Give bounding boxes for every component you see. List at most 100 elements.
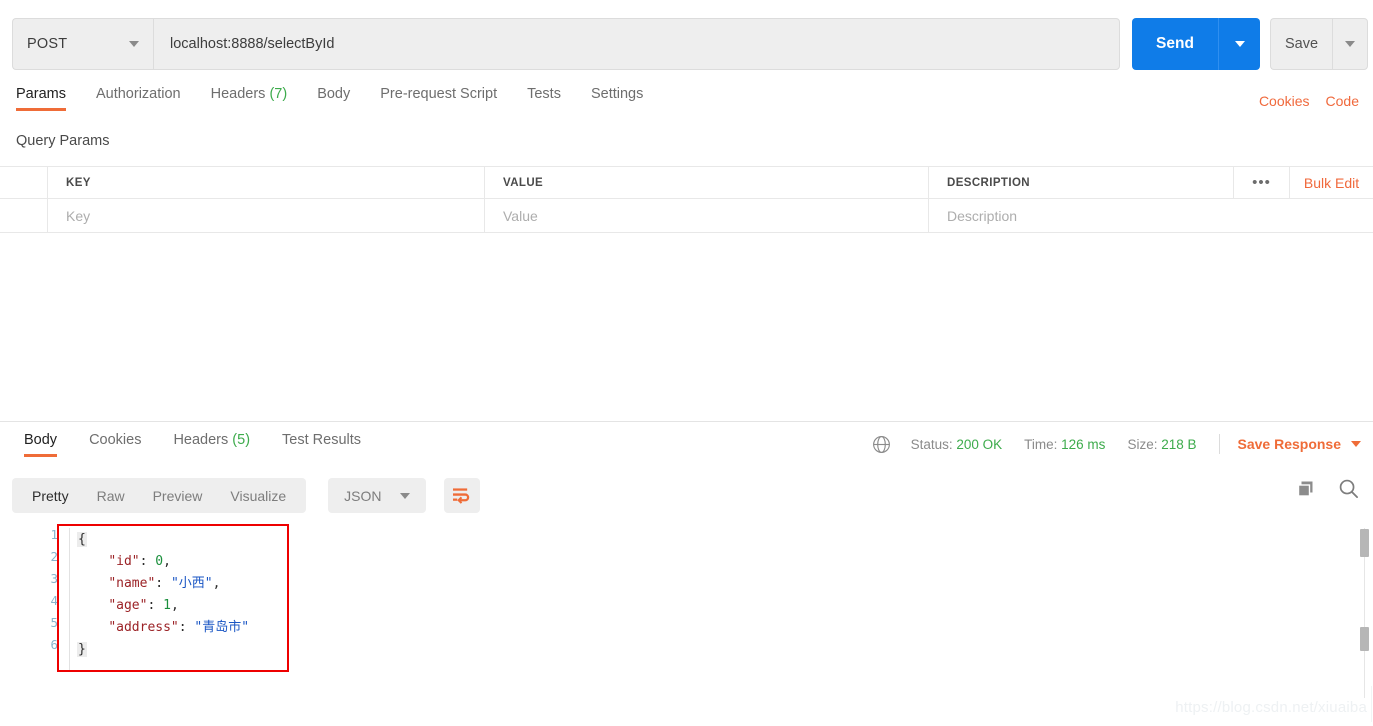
response-body-viewer: 1 2 3 4 5 6 { "id": 0, "name": "小西", "ag… [0, 524, 1373, 694]
json-value: 1 [163, 598, 171, 613]
response-format-label: JSON [344, 487, 382, 504]
save-options-button[interactable] [1332, 18, 1368, 70]
json-value: 0 [155, 554, 164, 569]
tab-label: Authorization [95, 86, 181, 102]
response-tab-body[interactable]: Body [24, 432, 58, 457]
chevron-down-icon [1351, 441, 1361, 447]
tab-label: Headers [210, 86, 266, 102]
json-separator: : [178, 620, 195, 635]
status-label: Status: [910, 436, 953, 452]
json-key: "name" [108, 576, 156, 591]
tab-label: Pre-request Script [380, 86, 498, 102]
value-input[interactable]: Value [485, 199, 929, 232]
response-tab-test-results[interactable]: Test Results [282, 432, 361, 457]
request-url-value: localhost:8888/selectById [170, 36, 335, 52]
json-comma: , [212, 576, 221, 591]
request-url-input[interactable]: localhost:8888/selectById [153, 18, 1120, 70]
chevron-down-icon [1345, 41, 1355, 47]
save-response-label: Save Response [1237, 436, 1342, 452]
response-format-select[interactable]: JSON [328, 478, 426, 513]
divider [1218, 434, 1220, 454]
wrap-text-button[interactable] [443, 478, 480, 513]
chevron-down-icon [129, 41, 139, 47]
line-number: 1 [50, 527, 58, 542]
table-header-row: KEY VALUE DESCRIPTION ••• Bulk Edit [0, 166, 1373, 199]
view-mode-visualize[interactable]: Visualize [216, 488, 300, 504]
view-mode-pretty[interactable]: Pretty [18, 488, 83, 504]
json-code[interactable]: { "id": 0, "name": "小西", "age": 1, "addr… [77, 529, 249, 661]
line-number: 3 [50, 571, 58, 586]
send-button[interactable]: Send [1132, 18, 1218, 70]
json-line: "id": 0, [77, 554, 171, 569]
tab-label: Headers [173, 432, 229, 448]
save-response-button[interactable]: Save Response [1237, 436, 1361, 452]
more-options-icon[interactable]: ••• [1233, 167, 1289, 198]
save-button[interactable]: Save [1270, 18, 1332, 70]
scrollbar-thumb-bottom[interactable] [1360, 627, 1369, 651]
http-method-select[interactable]: POST [12, 18, 153, 70]
view-mode-preview[interactable]: Preview [139, 488, 217, 504]
view-mode-raw[interactable]: Raw [83, 488, 139, 504]
request-utility-links: Cookies Code [1259, 93, 1359, 109]
query-params-title: Query Params [16, 133, 110, 149]
wrap-text-icon [453, 488, 470, 504]
time-label: Time: [1024, 436, 1058, 452]
watermark: https://blog.csdn.net/xiuaiba [1175, 699, 1367, 716]
tab-authorization[interactable]: Authorization [96, 86, 199, 111]
time-metric: Time: 126 ms [1024, 437, 1105, 452]
response-tab-headers[interactable]: Headers (5) [173, 432, 250, 457]
row-checkbox-cell[interactable] [0, 199, 48, 232]
tab-label: Tests [527, 86, 561, 102]
line-number: 4 [50, 593, 58, 608]
size-value: 218 B [1161, 436, 1197, 452]
bulk-edit-button[interactable]: Bulk Edit [1289, 167, 1373, 198]
select-all-cell[interactable] [0, 167, 48, 198]
tab-headers[interactable]: Headers (7) [211, 86, 306, 111]
cookies-link[interactable]: Cookies [1259, 93, 1310, 109]
tab-badge: (5) [232, 432, 251, 448]
search-icon[interactable] [1338, 478, 1359, 504]
globe-icon [872, 435, 891, 454]
http-method-label: POST [27, 36, 68, 52]
line-number: 5 [50, 615, 58, 630]
description-placeholder: Description [947, 207, 1018, 224]
chevron-down-icon [1234, 41, 1245, 47]
json-comma: , [163, 554, 171, 569]
response-divider [0, 421, 1373, 422]
line-number-gutter: 1 2 3 4 5 6 [36, 524, 58, 656]
scrollbar-thumb-top[interactable] [1360, 529, 1369, 557]
json-key: "id" [108, 554, 140, 569]
tab-label: Params [16, 86, 66, 102]
table-tools: ••• Bulk Edit [1233, 167, 1373, 198]
query-params-table: KEY VALUE DESCRIPTION ••• Bulk Edit Key … [0, 166, 1373, 233]
response-tabs: Body Cookies Headers (5) Test Results [8, 432, 377, 457]
json-separator: : [139, 554, 156, 569]
tab-params[interactable]: Params [16, 86, 84, 111]
send-options-button[interactable] [1218, 18, 1260, 70]
column-header-value: VALUE [485, 167, 929, 198]
code-fold-rail [69, 528, 70, 670]
table-row: Key Value Description [0, 199, 1373, 233]
column-header-label: VALUE [503, 176, 544, 189]
tab-pre-request-script[interactable]: Pre-request Script [380, 86, 515, 111]
json-line: "address": "青岛市" [77, 620, 249, 635]
description-input[interactable]: Description [929, 199, 1373, 232]
tab-body[interactable]: Body [317, 86, 368, 111]
size-metric: Size: 218 B [1127, 437, 1196, 452]
response-tab-cookies[interactable]: Cookies [89, 432, 141, 457]
time-value: 126 ms [1061, 436, 1106, 452]
status-metric: Status: 200 OK [911, 437, 1003, 452]
code-link[interactable]: Code [1326, 93, 1359, 109]
column-header-label: DESCRIPTION [947, 176, 1030, 189]
line-number: 6 [50, 637, 58, 652]
tab-label: Body [317, 86, 351, 102]
key-input[interactable]: Key [48, 199, 485, 232]
response-meta: Status: 200 OK Time: 126 ms Size: 218 B … [872, 434, 1361, 454]
json-value: "青岛市" [194, 620, 250, 635]
tab-settings[interactable]: Settings [591, 86, 661, 111]
request-bar: POST localhost:8888/selectById Send Save [12, 18, 1373, 70]
json-separator: : [147, 598, 164, 613]
copy-icon[interactable] [1296, 479, 1316, 504]
tab-tests[interactable]: Tests [527, 86, 579, 111]
key-placeholder: Key [66, 207, 91, 224]
